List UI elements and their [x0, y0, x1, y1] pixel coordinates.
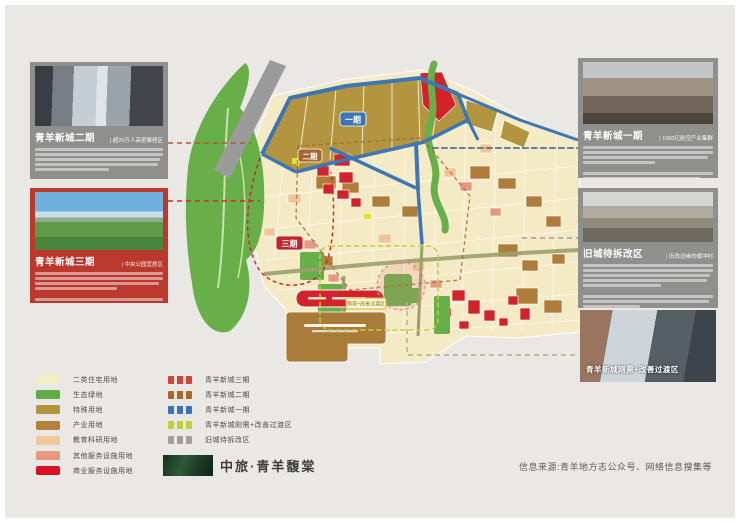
brand-name: 中旅·青羊馥棠	[220, 456, 316, 475]
brand-thumbnail	[163, 455, 213, 476]
legend-color-swatch	[36, 421, 60, 430]
card-phase3: 青羊新城三期 | 中央公园宜居区	[30, 188, 168, 303]
card-phase3-title: 青羊新城三期	[35, 254, 95, 268]
legend-dashed-swatch	[168, 406, 192, 414]
old-town-photo	[583, 192, 713, 242]
legend-dashed-swatch	[168, 436, 192, 444]
legend-item: 生态绿地	[36, 387, 133, 402]
card-phase1-title: 青羊新城一期	[583, 128, 643, 142]
card-phase2: 青羊新城二期 | 超20万人高密聚居区	[30, 62, 168, 179]
legend-item: 商业服务设施用地	[36, 463, 133, 478]
legend-color-swatch	[36, 405, 60, 414]
legend-color-swatch	[36, 466, 60, 475]
badge-phase1-label: 一期	[345, 115, 361, 125]
legend-item-label: 青羊新城三期	[205, 375, 250, 385]
phase1-photo	[583, 62, 713, 124]
badge-phase3: 三期	[276, 236, 303, 250]
card-old-town-tag: | 旧改边缘的缓冲村	[666, 252, 713, 260]
card-transition: 青羊新城刚需+改善过渡区	[580, 310, 716, 382]
legend-dashed-swatch	[168, 421, 192, 429]
badge-transition: 刚需+改善过渡区	[346, 298, 386, 309]
badge-phase2: 二期	[298, 149, 322, 162]
card-old-town-title: 旧城待拆改区	[583, 246, 643, 260]
legend-item: 产业用地	[36, 418, 133, 433]
card-phase3-tag: | 中央公园宜居区	[122, 260, 163, 268]
card-phase2-title: 青羊新城二期	[35, 130, 95, 144]
legend-land-use: 二类住宅用地生态绿地特殊用地产业用地教育科研用地其他服务设施用地商业服务设施用地	[36, 372, 133, 478]
card-phase3-body-text	[35, 272, 163, 303]
legend-item-label: 教育科研用地	[73, 435, 118, 445]
legend-item-label: 产业用地	[73, 420, 103, 430]
legend-item-label: 二类住宅用地	[73, 375, 118, 385]
card-phase2-tag: | 超20万人高密聚居区	[110, 136, 163, 144]
card-old-town-body-text	[583, 264, 713, 308]
legend-color-swatch	[36, 390, 60, 399]
legend-item-label: 旧城待拆改区	[205, 435, 250, 445]
legend-boundaries: 青羊新城三期青羊新城二期青羊新城一期青羊新城刚需+改善过渡区旧城待拆改区	[168, 372, 292, 448]
card-phase2-body-text	[35, 148, 163, 179]
legend-item: 青羊新城一期	[168, 402, 292, 417]
legend-color-swatch	[36, 436, 60, 445]
legend-item: 青羊新城二期	[168, 387, 292, 402]
badge-transition-label: 刚需+改善过渡区	[347, 301, 385, 308]
legend-item-label: 青羊新城刚需+改善过渡区	[205, 420, 292, 430]
phase3-photo	[35, 192, 163, 250]
card-transition-title: 青羊新城刚需+改善过渡区	[586, 364, 679, 375]
legend-item: 其他服务设施用地	[36, 448, 133, 463]
card-old-town: 旧城待拆改区 | 旧改边缘的缓冲村	[578, 188, 718, 308]
legend-color-swatch	[36, 451, 60, 460]
legend-item: 教育科研用地	[36, 433, 133, 448]
card-phase1-tag: | 1000亿航空产业集群	[659, 134, 713, 142]
industry-center-landmark	[286, 312, 386, 362]
legend-item: 青羊新城刚需+改善过渡区	[168, 418, 292, 433]
legend-item-label: 青羊新城一期	[205, 405, 250, 415]
source-note: 信息来源:青羊地方志公众号、网络信息搜集等	[519, 460, 712, 473]
legend-item: 二类住宅用地	[36, 372, 133, 387]
badge-phase2-label: 二期	[303, 151, 318, 161]
legend-item-label: 商业服务设施用地	[73, 466, 133, 476]
badge-phase3-label: 三期	[282, 239, 298, 249]
legend-item: 特殊用地	[36, 402, 133, 417]
legend-item-label: 特殊用地	[73, 405, 103, 415]
legend-item-label: 青羊新城二期	[205, 390, 250, 400]
badge-phase1: 一期	[340, 112, 366, 126]
poster-canvas: 一期 二期 三期 刚需+改善过渡区 青羊新城二期 | 超20万人高密聚居区	[0, 0, 740, 523]
card-phase1-body-text	[583, 146, 713, 178]
brand-lockup: 中旅·青羊馥棠	[163, 455, 316, 476]
card-phase1: 青羊新城一期 | 1000亿航空产业集群	[578, 58, 718, 178]
legend-item: 旧城待拆改区	[168, 433, 292, 448]
legend-color-swatch	[36, 375, 60, 384]
legend-item-label: 生态绿地	[73, 390, 103, 400]
legend-dashed-swatch	[168, 391, 192, 399]
phase2-photo	[35, 66, 163, 126]
legend-dashed-swatch	[168, 376, 192, 384]
legend-item: 青羊新城三期	[168, 372, 292, 387]
legend-item-label: 其他服务设施用地	[73, 451, 133, 461]
land-use-map: 一期 二期 三期 刚需+改善过渡区	[168, 48, 588, 393]
